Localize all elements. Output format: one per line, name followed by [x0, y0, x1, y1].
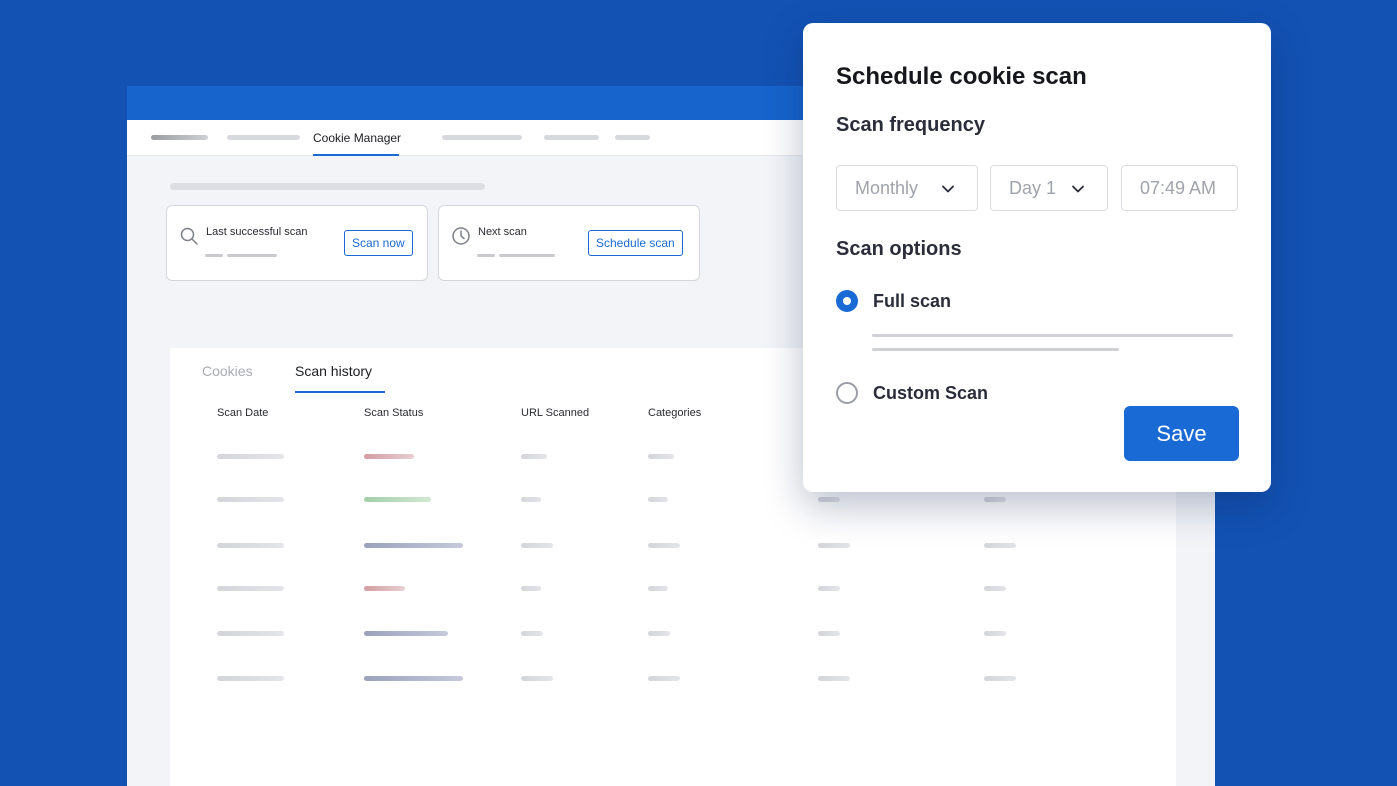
clock-icon	[452, 227, 470, 245]
full-scan-radio[interactable]	[836, 290, 858, 312]
status-placeholder	[364, 631, 448, 636]
table-row[interactable]	[170, 543, 1176, 548]
status-placeholder	[364, 586, 405, 591]
next-scan-card: Next scan Schedule scan	[438, 205, 700, 281]
nav-item-label: Cookie Manager	[313, 131, 402, 145]
tab-cookies[interactable]: Cookies	[202, 363, 253, 379]
card-value-placeholder	[477, 254, 495, 257]
column-header-scan-status[interactable]: Scan Status	[364, 407, 423, 419]
tab-scan-history[interactable]: Scan history	[295, 363, 372, 379]
nav-item-placeholder[interactable]	[442, 135, 522, 140]
cell-placeholder	[521, 631, 543, 636]
cell-placeholder	[648, 586, 668, 591]
status-placeholder	[364, 676, 463, 681]
frequency-value: Monthly	[855, 178, 919, 198]
table-row[interactable]	[170, 586, 1176, 591]
cell-placeholder	[217, 497, 284, 502]
card-title: Last successful scan	[206, 226, 308, 238]
active-tab-indicator	[295, 391, 385, 393]
card-value-placeholder	[499, 254, 555, 257]
cell-placeholder	[648, 676, 680, 681]
cell-placeholder	[217, 631, 284, 636]
cell-placeholder	[648, 497, 668, 502]
cell-placeholder	[984, 676, 1016, 681]
dialog-title: Schedule cookie scan	[836, 63, 1087, 90]
cell-placeholder	[984, 497, 1006, 502]
cell-placeholder	[648, 454, 674, 459]
table-row[interactable]	[170, 676, 1176, 681]
full-scan-description-placeholder	[872, 348, 1119, 351]
schedule-scan-dialog: Schedule cookie scan Scan frequency Mont…	[803, 23, 1271, 492]
column-header-categories[interactable]: Categories	[648, 407, 701, 419]
scan-frequency-label: Scan frequency	[836, 114, 985, 136]
cell-placeholder	[521, 454, 547, 459]
custom-scan-radio[interactable]	[836, 382, 858, 404]
cell-placeholder	[818, 497, 840, 502]
nav-item-placeholder[interactable]	[151, 135, 208, 140]
cell-placeholder	[818, 676, 850, 681]
cell-placeholder	[818, 586, 840, 591]
cell-placeholder	[818, 543, 850, 548]
frequency-select[interactable]: Monthly	[836, 165, 978, 211]
save-button[interactable]: Save	[1124, 406, 1239, 461]
cell-placeholder	[984, 631, 1006, 636]
schedule-scan-button[interactable]: Schedule scan	[588, 230, 683, 256]
chevron-down-icon	[1072, 185, 1084, 193]
cell-placeholder	[217, 586, 284, 591]
cell-placeholder	[521, 543, 553, 548]
table-row[interactable]	[170, 497, 1176, 502]
full-scan-label[interactable]: Full scan	[873, 291, 951, 312]
cell-placeholder	[648, 631, 670, 636]
cell-placeholder	[217, 543, 284, 548]
day-value: Day 1	[1009, 178, 1057, 198]
page-heading-placeholder	[170, 183, 485, 190]
status-placeholder	[364, 454, 414, 459]
card-value-placeholder	[205, 254, 223, 257]
status-placeholder	[364, 543, 463, 548]
time-value: 07:49 AM	[1140, 178, 1217, 198]
search-icon	[180, 227, 198, 245]
table-row[interactable]	[170, 631, 1176, 636]
cell-placeholder	[521, 586, 541, 591]
cell-placeholder	[818, 631, 840, 636]
cell-placeholder	[984, 543, 1016, 548]
last-scan-card: Last successful scan Scan now	[166, 205, 428, 281]
nav-item-placeholder[interactable]	[227, 135, 300, 140]
cell-placeholder	[217, 676, 284, 681]
custom-scan-label[interactable]: Custom Scan	[873, 383, 988, 404]
cell-placeholder	[217, 454, 284, 459]
nav-item-cookie-manager[interactable]: Cookie Manager	[313, 120, 402, 156]
cell-placeholder	[521, 497, 541, 502]
status-placeholder	[364, 497, 431, 502]
scan-now-button[interactable]: Scan now	[344, 230, 413, 256]
full-scan-description-placeholder	[872, 334, 1233, 337]
cell-placeholder	[984, 586, 1006, 591]
column-header-scan-date[interactable]: Scan Date	[217, 407, 268, 419]
chevron-down-icon	[942, 185, 954, 193]
nav-item-placeholder[interactable]	[615, 135, 650, 140]
cell-placeholder	[648, 543, 680, 548]
day-select[interactable]: Day 1	[990, 165, 1108, 211]
card-value-placeholder	[227, 254, 277, 257]
card-title: Next scan	[478, 226, 527, 238]
active-nav-indicator	[313, 154, 399, 156]
cell-placeholder	[521, 676, 553, 681]
time-input[interactable]: 07:49 AM	[1121, 165, 1238, 211]
nav-item-placeholder[interactable]	[544, 135, 599, 140]
column-header-url-scanned[interactable]: URL Scanned	[521, 407, 589, 419]
scan-options-label: Scan options	[836, 238, 962, 260]
